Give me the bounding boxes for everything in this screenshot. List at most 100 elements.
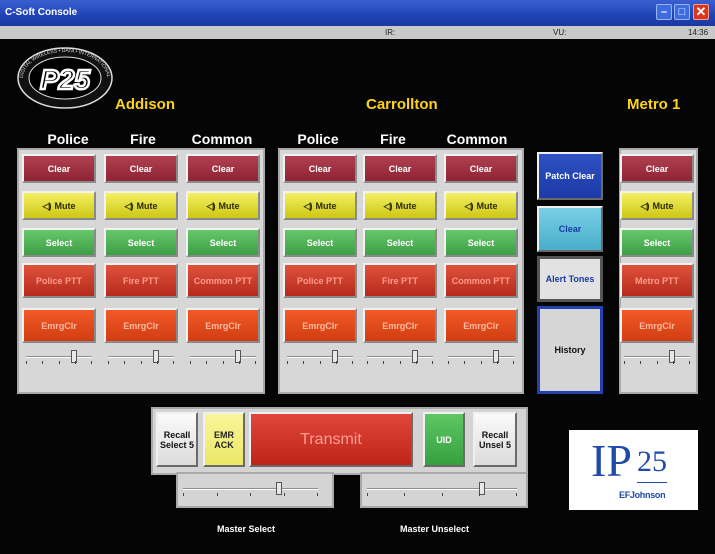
history-button[interactable]: History — [537, 306, 603, 394]
mute-button[interactable]: ◁) Mute — [22, 191, 96, 220]
clear-button[interactable]: Clear — [620, 154, 694, 183]
emrgclr-button[interactable]: EmrgClr — [186, 308, 260, 343]
volume-slider[interactable] — [367, 350, 433, 364]
clear-button[interactable]: Clear — [186, 154, 260, 183]
clear-button[interactable]: Clear — [444, 154, 518, 183]
column-label: Police — [297, 131, 339, 147]
slider-tick — [320, 361, 321, 364]
column-label: Common — [446, 131, 508, 147]
alert-tones-button[interactable]: Alert Tones — [537, 256, 603, 302]
slider-tick — [75, 361, 76, 364]
select-button[interactable]: Select — [620, 228, 694, 257]
master-unselect-label: Master Unselect — [400, 524, 470, 534]
master-unselect-slider[interactable] — [367, 482, 517, 496]
slider-tick — [673, 361, 674, 364]
ptt-button[interactable]: Police PTT — [283, 263, 357, 298]
recall-select-button[interactable]: Recall Select 5 — [156, 412, 198, 467]
speaker-icon: ◁) — [303, 200, 313, 211]
ptt-button[interactable]: Common PTT — [186, 263, 260, 298]
slider-tick — [59, 361, 60, 364]
volume-slider[interactable] — [287, 350, 353, 364]
ip25-ip-text: IP — [591, 435, 632, 486]
ptt-button[interactable]: Police PTT — [22, 263, 96, 298]
volume-slider[interactable] — [448, 350, 514, 364]
mute-button[interactable]: ◁) Mute — [363, 191, 437, 220]
slider-tick — [400, 361, 401, 364]
ptt-button[interactable]: Fire PTT — [363, 263, 437, 298]
volume-slider[interactable] — [108, 350, 174, 364]
group-title: Metro 1 — [627, 96, 681, 113]
recall-unsel-button[interactable]: Recall Unsel 5 — [473, 412, 517, 467]
volume-slider[interactable] — [624, 350, 690, 364]
emrgclr-button[interactable]: EmrgClr — [283, 308, 357, 343]
select-button[interactable]: Select — [444, 228, 518, 257]
mute-label: Mute — [218, 200, 240, 211]
select-button[interactable]: Select — [22, 228, 96, 257]
mute-button[interactable]: ◁) Mute — [104, 191, 178, 220]
slider-tick — [190, 361, 191, 364]
emr-ack-button[interactable]: EMR ACK — [203, 412, 245, 467]
clear-button[interactable]: Clear — [363, 154, 437, 183]
patch-clear-button[interactable]: Patch Clear — [537, 152, 603, 200]
transmit-button[interactable]: Transmit — [249, 412, 413, 467]
emrgclr-button[interactable]: EmrgClr — [22, 308, 96, 343]
select-button[interactable]: Select — [104, 228, 178, 257]
p25-logo: DIGITAL WIRELESS • DATA • INTERNATIONAL … — [15, 44, 113, 109]
minimize-button[interactable]: – — [656, 4, 672, 20]
slider-tick — [464, 361, 465, 364]
slider-tick — [255, 361, 256, 364]
speaker-icon: ◁) — [464, 200, 474, 211]
ptt-button[interactable]: Metro PTT — [620, 263, 694, 298]
clear-button[interactable]: Clear — [283, 154, 357, 183]
slider-tick — [448, 361, 449, 364]
mute-label: Mute — [136, 200, 158, 211]
side-clear-button[interactable]: Clear — [537, 206, 603, 252]
maximize-button[interactable]: □ — [674, 4, 690, 20]
volume-slider[interactable] — [190, 350, 256, 364]
volume-slider[interactable] — [26, 350, 92, 364]
select-button[interactable]: Select — [363, 228, 437, 257]
slider-tick — [223, 361, 224, 364]
mute-button[interactable]: ◁) Mute — [620, 191, 694, 220]
speaker-icon: ◁) — [383, 200, 393, 211]
logo-text: P25 — [40, 64, 90, 95]
emrgclr-button[interactable]: EmrgClr — [620, 308, 694, 343]
slider-tick — [91, 361, 92, 364]
mute-button[interactable]: ◁) Mute — [283, 191, 357, 220]
slider-tick — [624, 361, 625, 364]
ip25-num-text: 25 — [637, 442, 667, 483]
clear-button[interactable]: Clear — [22, 154, 96, 183]
ip25-logo: IP 25 EFJohnson — [569, 430, 698, 510]
master-select-slider[interactable] — [183, 482, 318, 496]
slider-tick — [442, 493, 443, 496]
close-button[interactable]: ✕ — [693, 4, 709, 20]
emrgclr-button[interactable]: EmrgClr — [444, 308, 518, 343]
slider-tick — [303, 361, 304, 364]
clear-button[interactable]: Clear — [104, 154, 178, 183]
select-button[interactable]: Select — [186, 228, 260, 257]
slider-tick — [141, 361, 142, 364]
emrgclr-button[interactable]: EmrgClr — [104, 308, 178, 343]
clock: 14:36 — [688, 28, 709, 37]
uid-button[interactable]: UID — [423, 412, 465, 467]
speaker-icon: ◁) — [640, 200, 650, 211]
slider-tick — [157, 361, 158, 364]
slider-tick — [640, 361, 641, 364]
emrgclr-button[interactable]: EmrgClr — [363, 308, 437, 343]
slider-tick — [432, 361, 433, 364]
slider-tick — [336, 361, 337, 364]
mute-button[interactable]: ◁) Mute — [186, 191, 260, 220]
slider-tick — [367, 361, 368, 364]
status-bar: IR: VU: 14:36 — [0, 26, 715, 39]
mute-label: Mute — [54, 200, 76, 211]
slider-tick — [689, 361, 690, 364]
ptt-button[interactable]: Fire PTT — [104, 263, 178, 298]
slider-tick — [250, 493, 251, 496]
select-button[interactable]: Select — [283, 228, 357, 257]
slider-tick — [284, 493, 285, 496]
ir-label: IR: — [385, 28, 396, 37]
slider-tick — [217, 493, 218, 496]
mute-button[interactable]: ◁) Mute — [444, 191, 518, 220]
slider-tick — [26, 361, 27, 364]
ptt-button[interactable]: Common PTT — [444, 263, 518, 298]
